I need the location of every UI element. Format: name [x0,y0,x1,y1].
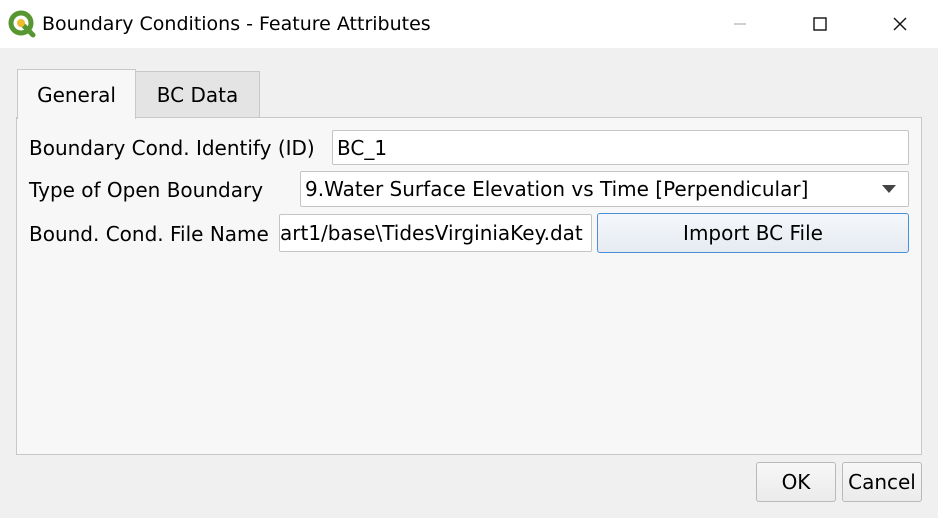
ok-button[interactable]: OK [756,462,836,502]
close-button[interactable] [860,0,938,48]
close-icon [893,17,907,31]
file-name-field[interactable]: art1/base\TidesVirginiaKey.dat [279,214,592,252]
file-name-label: Bound. Cond. File Name [29,222,269,246]
maximize-button[interactable] [780,0,860,48]
window-title: Boundary Conditions - Feature Attributes [42,13,431,35]
file-name-value: art1/base\TidesVirginiaKey.dat [280,221,583,245]
boundary-type-label: Type of Open Boundary [29,178,264,202]
cancel-button[interactable]: Cancel [842,462,922,502]
qgis-logo-icon [8,10,36,38]
import-bc-file-button[interactable]: Import BC File [597,213,909,253]
tab-general[interactable]: General [17,69,136,119]
minimize-icon [734,23,746,25]
title-bar: Boundary Conditions - Feature Attributes [0,0,938,48]
minimize-button[interactable] [700,0,780,48]
id-label: Boundary Cond. Identify (ID) [29,136,315,160]
maximize-icon [813,17,827,31]
general-tab-panel [16,117,922,455]
boundary-type-value: 9.Water Surface Elevation vs Time [Perpe… [305,177,809,201]
chevron-down-icon[interactable] [882,185,896,193]
boundary-type-select[interactable]: 9.Water Surface Elevation vs Time [Perpe… [300,171,909,207]
id-field[interactable]: BC_1 [332,130,909,165]
tab-bc-data[interactable]: BC Data [135,71,260,118]
